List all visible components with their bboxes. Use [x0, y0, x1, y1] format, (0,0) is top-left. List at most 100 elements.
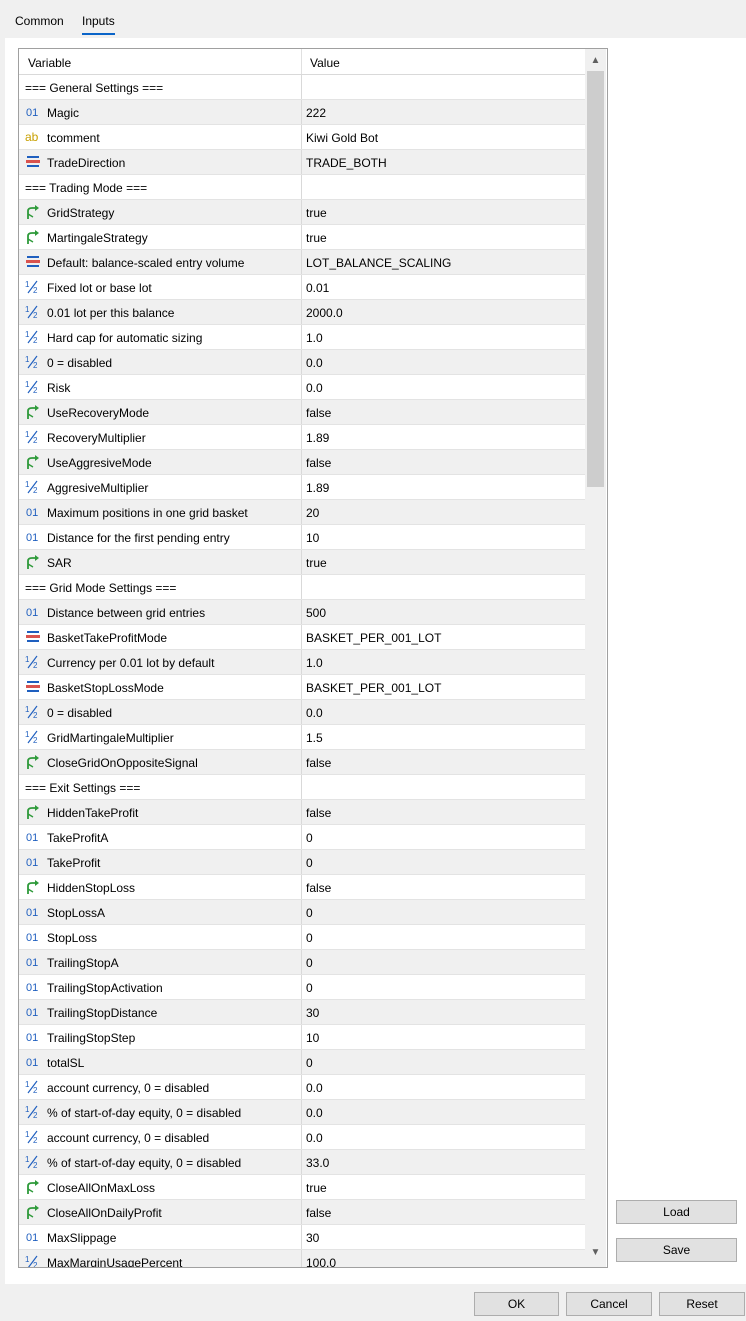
variable-value[interactable]: 0 [306, 956, 313, 970]
table-row[interactable]: 01 Distance for the first pending entry 10 [19, 525, 585, 550]
table-row[interactable]: MartingaleStrategy true [19, 225, 585, 250]
variable-value[interactable]: 30 [306, 1231, 319, 1245]
table-row[interactable]: 12 0 = disabled 0.0 [19, 350, 585, 375]
table-row[interactable]: 1 2 % of start-of-day equity, 0 = disabled… [19, 1150, 585, 1175]
save-button[interactable]: Save [616, 1238, 737, 1262]
variable-value[interactable]: true [306, 556, 327, 570]
table-row[interactable]: TradeDirection TRADE_BOTH [19, 150, 585, 175]
variable-value[interactable]: TRADE_BOTH [306, 156, 387, 170]
table-row[interactable]: 12 0 = disabled 0.0 [19, 700, 585, 725]
variable-value[interactable]: 30 [306, 1006, 319, 1020]
variable-value[interactable]: 0 [306, 981, 313, 995]
table-row[interactable]: 01 StopLoss 0 [19, 925, 585, 950]
table-row[interactable]: 01 Maximum positions in one grid basket 20 [19, 500, 585, 525]
table-row[interactable]: 01 TrailingStopActivation 0 [19, 975, 585, 1000]
table-row[interactable]: 01 TakeProfit 0 [19, 850, 585, 875]
table-row[interactable]: UseRecoveryMode false [19, 400, 585, 425]
table-row[interactable]: 1 2 Risk 0.0 [19, 375, 585, 400]
table-row[interactable]: 1 2 GridMartingaleMultiplier 1.5 [19, 725, 585, 750]
table-row[interactable]: 01 StopLossA 0 [19, 900, 585, 925]
variable-value[interactable]: 1.5 [306, 731, 323, 745]
column-header-value[interactable]: Value [310, 56, 340, 70]
variable-value[interactable]: false [306, 881, 331, 895]
scroll-down-icon[interactable]: ▼ [585, 1243, 606, 1263]
table-row[interactable]: CloseGridOnOppositeSignal false [19, 750, 585, 775]
tab-inputs[interactable]: Inputs [82, 14, 115, 35]
table-row[interactable]: 1 2 MaxMarginUsagePercent 100.0 [19, 1250, 585, 1267]
variable-value[interactable]: 0 [306, 1056, 313, 1070]
scroll-thumb[interactable] [587, 71, 604, 487]
table-row[interactable]: 01 TakeProfitA 0 [19, 825, 585, 850]
variable-value[interactable]: false [306, 456, 331, 470]
table-row[interactable]: 1 2 Currency per 0.01 lot by default 1.0 [19, 650, 585, 675]
variable-value[interactable]: 222 [306, 106, 326, 120]
variable-value[interactable]: 1.89 [306, 431, 329, 445]
variable-value[interactable]: false [306, 806, 331, 820]
table-row[interactable]: BasketTakeProfitMode BASKET_PER_001_LOT [19, 625, 585, 650]
load-button[interactable]: Load [616, 1200, 737, 1224]
table-row[interactable]: 01 TrailingStopA 0 [19, 950, 585, 975]
variable-value[interactable]: BASKET_PER_001_LOT [306, 681, 441, 695]
variable-value[interactable]: 10 [306, 531, 319, 545]
table-row[interactable]: 1 2 AggresiveMultiplier 1.89 [19, 475, 585, 500]
table-row[interactable]: CloseAllOnMaxLoss true [19, 1175, 585, 1200]
variable-value[interactable]: 0.0 [306, 381, 323, 395]
variable-value[interactable]: 20 [306, 506, 319, 520]
tab-common[interactable]: Common [15, 14, 64, 28]
table-row[interactable]: 01 TrailingStopDistance 30 [19, 1000, 585, 1025]
variable-value[interactable]: 0 [306, 931, 313, 945]
table-row[interactable]: HiddenTakeProfit false [19, 800, 585, 825]
variable-value[interactable]: 100.0 [306, 1256, 336, 1267]
section-row[interactable]: === General Settings === [19, 75, 585, 100]
variable-value[interactable]: 500 [306, 606, 326, 620]
variable-value[interactable]: false [306, 756, 331, 770]
variable-value[interactable]: 0 [306, 906, 313, 920]
table-row[interactable]: 1 2 % of start-of-day equity, 0 = disabled… [19, 1100, 585, 1125]
variable-value[interactable]: 0.0 [306, 356, 323, 370]
cancel-button[interactable]: Cancel [566, 1292, 652, 1316]
section-row[interactable]: === Grid Mode Settings === [19, 575, 585, 600]
variable-value[interactable]: false [306, 406, 331, 420]
variable-value[interactable]: true [306, 231, 327, 245]
variable-value[interactable]: false [306, 1206, 331, 1220]
scroll-up-icon[interactable]: ▲ [585, 51, 606, 71]
variable-value[interactable]: 1.0 [306, 656, 323, 670]
section-row[interactable]: === Trading Mode === [19, 175, 585, 200]
variable-value[interactable]: LOT_BALANCE_SCALING [306, 256, 451, 270]
table-row[interactable]: 1 2 Hard cap for automatic sizing 1.0 [19, 325, 585, 350]
table-row[interactable]: 1 2 Fixed lot or base lot 0.01 [19, 275, 585, 300]
variable-value[interactable]: 10 [306, 1031, 319, 1045]
table-row[interactable]: HiddenStopLoss false [19, 875, 585, 900]
table-row[interactable]: 1 2 RecoveryMultiplier 1.89 [19, 425, 585, 450]
column-divider[interactable] [301, 49, 302, 74]
variable-value[interactable]: 0.0 [306, 1131, 323, 1145]
table-row[interactable]: 1 2 account currency, 0 = disabled 0.0 [19, 1075, 585, 1100]
variable-value[interactable]: 1.89 [306, 481, 329, 495]
table-row[interactable]: 01 totalSL 0 [19, 1050, 585, 1075]
variable-value[interactable]: 0.0 [306, 1081, 323, 1095]
variable-value[interactable]: 0.0 [306, 1106, 323, 1120]
table-row[interactable]: 01 Magic 222 [19, 100, 585, 125]
variable-value[interactable]: Kiwi Gold Bot [306, 131, 378, 145]
variable-value[interactable]: 1.0 [306, 331, 323, 345]
variable-value[interactable]: BASKET_PER_001_LOT [306, 631, 441, 645]
variable-value[interactable]: 2000.0 [306, 306, 343, 320]
table-row[interactable]: 01 Distance between grid entries 500 [19, 600, 585, 625]
table-row[interactable]: CloseAllOnDailyProfit false [19, 1200, 585, 1225]
variable-value[interactable]: true [306, 1181, 327, 1195]
variable-value[interactable]: 0.01 [306, 281, 329, 295]
variable-value[interactable]: 33.0 [306, 1156, 329, 1170]
ok-button[interactable]: OK [474, 1292, 559, 1316]
table-row[interactable]: ab tcomment Kiwi Gold Bot [19, 125, 585, 150]
table-row[interactable]: 01 TrailingStopStep 10 [19, 1025, 585, 1050]
variable-value[interactable]: true [306, 206, 327, 220]
variable-value[interactable]: 0 [306, 831, 313, 845]
column-header-variable[interactable]: Variable [28, 56, 71, 70]
variable-value[interactable]: 0.0 [306, 706, 323, 720]
table-row[interactable]: Default: balance-scaled entry volume LOT_… [19, 250, 585, 275]
table-row[interactable]: 1 2 account currency, 0 = disabled 0.0 [19, 1125, 585, 1150]
reset-button[interactable]: Reset [659, 1292, 745, 1316]
table-row[interactable]: 1 2 0.01 lot per this balance 2000.0 [19, 300, 585, 325]
variable-value[interactable]: 0 [306, 856, 313, 870]
table-row[interactable]: BasketStopLossMode BASKET_PER_001_LOT [19, 675, 585, 700]
